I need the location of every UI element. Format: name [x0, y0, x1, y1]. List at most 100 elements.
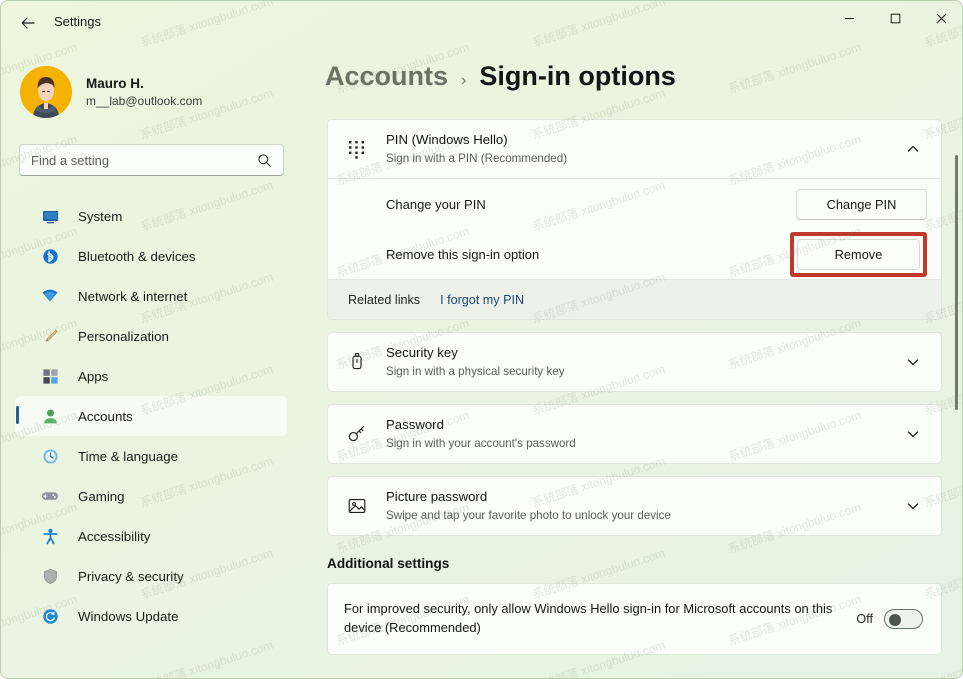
toggle-state-label: Off [856, 612, 873, 626]
change-pin-row: Change your PIN Change PIN [328, 179, 941, 229]
account-email: m__lab@outlook.com [86, 93, 202, 109]
account-name: Mauro H. [86, 75, 202, 93]
security-key-card[interactable]: Security key Sign in with a physical sec… [327, 332, 942, 392]
additional-settings-title: Additional settings [327, 556, 942, 571]
sidebar-item-label: Gaming [78, 489, 125, 504]
sidebar-item-time-language[interactable]: Time & language [15, 436, 287, 476]
page-title: Sign-in options [479, 61, 675, 92]
sidebar: Mauro H. m__lab@outlook.com [1, 45, 321, 679]
sidebar-item-accounts[interactable]: Accounts [15, 396, 287, 436]
remove-button-highlight: Remove [790, 232, 927, 277]
sidebar-item-apps[interactable]: Apps [15, 356, 287, 396]
search-box[interactable] [19, 144, 284, 176]
password-card-header[interactable]: Password Sign in with your account's pas… [328, 405, 941, 463]
user-avatar-illustration [20, 66, 72, 118]
breadcrumb: Accounts › Sign-in options [325, 61, 676, 92]
pin-card-title: PIN (Windows Hello) [386, 131, 899, 149]
windows-hello-only-label: For improved security, only allow Window… [344, 600, 856, 637]
sign-in-options-list: PIN (Windows Hello) Sign in with a PIN (… [327, 119, 942, 655]
account-tile[interactable]: Mauro H. m__lab@outlook.com [15, 61, 285, 123]
windows-hello-only-setting: For improved security, only allow Window… [327, 583, 942, 655]
app-title: Settings [54, 14, 101, 29]
card-subtitle: Swipe and tap your favorite photo to unl… [386, 508, 899, 524]
pin-card: PIN (Windows Hello) Sign in with a PIN (… [327, 119, 942, 320]
toggle-knob [889, 614, 901, 626]
picture-icon [344, 493, 370, 519]
window-controls [826, 1, 963, 45]
remove-pin-label: Remove this sign-in option [386, 247, 790, 262]
remove-pin-row: Remove this sign-in option Remove [328, 229, 941, 279]
sidebar-item-label: Windows Update [78, 609, 179, 624]
security-key-card-header[interactable]: Security key Sign in with a physical sec… [328, 333, 941, 391]
card-title: Security key [386, 344, 899, 362]
sidebar-item-privacy-security[interactable]: Privacy & security [15, 556, 287, 596]
avatar [20, 66, 72, 118]
settings-window: Settings [0, 0, 963, 679]
minimize-icon [844, 13, 855, 24]
sidebar-item-label: Apps [78, 369, 108, 384]
sidebar-item-gaming[interactable]: Gaming [15, 476, 287, 516]
shield-icon [41, 567, 59, 585]
password-card[interactable]: Password Sign in with your account's pas… [327, 404, 942, 464]
forgot-pin-link[interactable]: I forgot my PIN [440, 293, 524, 307]
sidebar-item-label: Personalization [78, 329, 169, 344]
paintbrush-icon [41, 327, 59, 345]
close-icon [936, 13, 947, 24]
card-subtitle: Sign in with a physical security key [386, 364, 899, 380]
title-bar: Settings [1, 1, 963, 45]
sidebar-item-label: System [78, 209, 122, 224]
pin-card-subtitle: Sign in with a PIN (Recommended) [386, 151, 899, 167]
minimize-button[interactable] [826, 1, 872, 35]
pin-keypad-icon [344, 136, 370, 162]
bluetooth-icon [41, 247, 59, 265]
card-title: Password [386, 416, 899, 434]
search-icon[interactable] [257, 153, 283, 168]
clock-icon [41, 447, 59, 465]
maximize-button[interactable] [872, 1, 918, 35]
card-title: Picture password [386, 488, 899, 506]
picture-password-card[interactable]: Picture password Swipe and tap your favo… [327, 476, 942, 536]
pin-card-header[interactable]: PIN (Windows Hello) Sign in with a PIN (… [328, 120, 941, 178]
related-links-bar: Related links I forgot my PIN [328, 279, 941, 319]
toggle-group: Off [856, 609, 923, 629]
sidebar-item-windows-update[interactable]: Windows Update [15, 596, 287, 636]
close-button[interactable] [918, 1, 963, 35]
vertical-scrollbar[interactable] [955, 155, 958, 410]
key-icon [344, 421, 370, 447]
wifi-icon [41, 287, 59, 305]
monitor-icon [41, 207, 59, 225]
back-arrow-icon [20, 15, 36, 31]
windows-hello-only-toggle[interactable] [884, 609, 923, 629]
search-input[interactable] [20, 153, 257, 168]
update-icon [41, 607, 59, 625]
sidebar-item-bluetooth-devices[interactable]: Bluetooth & devices [15, 236, 287, 276]
sidebar-item-personalization[interactable]: Personalization [15, 316, 287, 356]
chevron-down-icon[interactable] [899, 348, 927, 376]
chevron-down-icon[interactable] [899, 492, 927, 520]
related-links-label: Related links [348, 293, 420, 307]
chevron-up-icon[interactable] [899, 135, 927, 163]
main-content: Accounts › Sign-in options [321, 45, 963, 679]
picture-password-card-header[interactable]: Picture password Swipe and tap your favo… [328, 477, 941, 535]
sidebar-item-network-internet[interactable]: Network & internet [15, 276, 287, 316]
gamepad-icon [41, 487, 59, 505]
sidebar-item-system[interactable]: System [15, 196, 287, 236]
change-pin-button[interactable]: Change PIN [796, 189, 927, 220]
card-subtitle: Sign in with your account's password [386, 436, 899, 452]
accessibility-icon [41, 527, 59, 545]
maximize-icon [890, 13, 901, 24]
person-icon [41, 407, 59, 425]
chevron-down-icon[interactable] [899, 420, 927, 448]
breadcrumb-separator: › [461, 72, 466, 90]
sidebar-item-label: Privacy & security [78, 569, 184, 584]
sidebar-item-label: Accounts [78, 409, 133, 424]
back-button[interactable] [13, 9, 43, 37]
breadcrumb-parent[interactable]: Accounts [325, 61, 448, 92]
remove-button[interactable]: Remove [797, 239, 920, 270]
security-key-icon [344, 349, 370, 375]
sidebar-item-label: Time & language [78, 449, 178, 464]
sidebar-item-accessibility[interactable]: Accessibility [15, 516, 287, 556]
sidebar-nav: System Bluetooth & devices [15, 196, 287, 636]
sidebar-item-label: Network & internet [78, 289, 187, 304]
change-pin-label: Change your PIN [386, 197, 796, 212]
